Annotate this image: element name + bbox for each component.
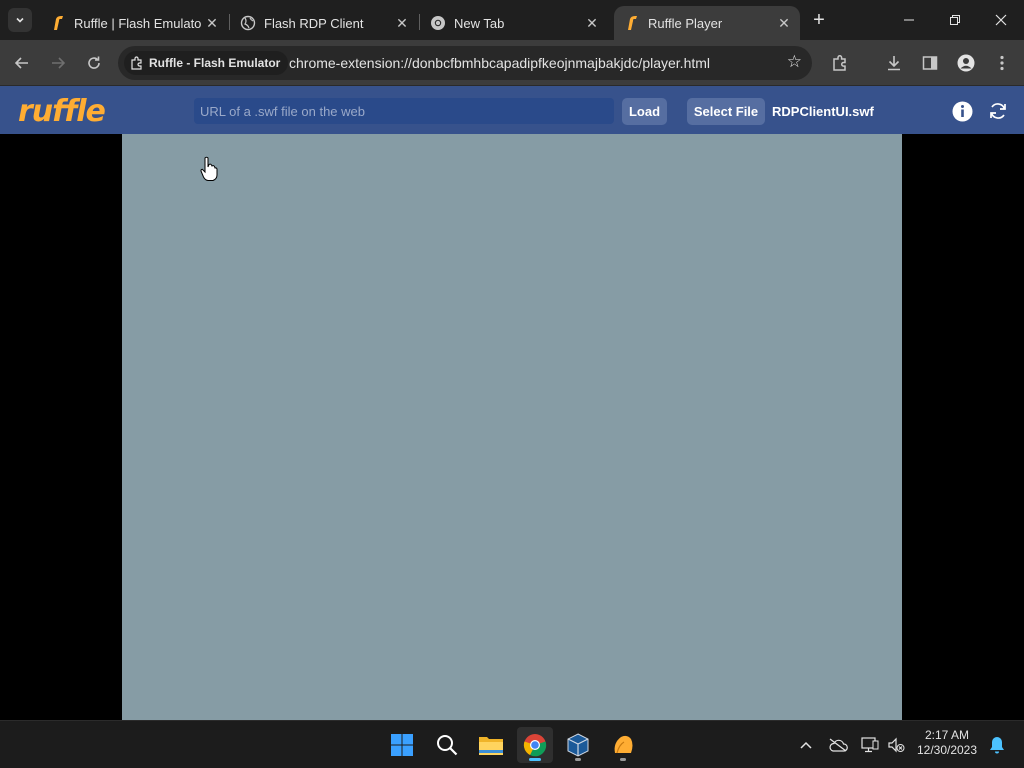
taskbar	[0, 720, 1024, 768]
show-hidden-icons-button[interactable]	[796, 733, 816, 757]
volume-button[interactable]	[885, 733, 907, 757]
arrow-right-icon	[52, 57, 66, 69]
selected-file-name: RDPClientUI.swf	[772, 104, 874, 119]
url-text: chrome-extension://donbcfbmhbcapadipfkeo…	[289, 55, 711, 71]
restore-button[interactable]	[932, 0, 978, 40]
extensions-button[interactable]	[826, 49, 854, 77]
hand-cursor-icon	[200, 156, 218, 187]
browser-menu-button[interactable]	[988, 49, 1016, 77]
swf-url-input[interactable]	[194, 98, 614, 124]
virtualbox-icon	[567, 733, 589, 757]
cloud-offline-icon	[829, 738, 848, 752]
clock-time: 2:17 AM	[924, 728, 970, 742]
tab-title: Ruffle Player	[648, 15, 723, 31]
start-button[interactable]	[384, 727, 420, 763]
tab-title: Flash RDP Client	[264, 15, 364, 31]
file-explorer-icon	[479, 737, 503, 755]
new-tab-button[interactable]: +	[808, 8, 830, 32]
start-icon	[391, 734, 413, 756]
close-icon[interactable]: ✕	[582, 13, 602, 33]
side-panel-button[interactable]	[916, 49, 944, 77]
globe-icon	[240, 15, 256, 31]
select-file-button[interactable]: Select File	[687, 98, 765, 125]
refresh-icon	[990, 103, 1006, 119]
downloads-button[interactable]	[880, 49, 908, 77]
minimize-icon	[904, 19, 914, 21]
reload-button[interactable]	[80, 49, 108, 77]
ruffle-app-button[interactable]	[605, 727, 641, 763]
profile-icon	[957, 54, 975, 72]
close-window-button[interactable]	[978, 0, 1024, 40]
tab-new-tab[interactable]: New Tab ✕	[420, 6, 608, 40]
ruffle-icon	[624, 15, 640, 31]
tab-title: New Tab	[454, 15, 505, 31]
volume-muted-icon	[888, 737, 905, 753]
close-icon[interactable]: ✕	[774, 13, 794, 33]
side-panel-icon	[922, 56, 938, 70]
active-app-indicator	[529, 758, 541, 761]
site-info-chip[interactable]: Ruffle - Flash Emulator	[124, 51, 289, 75]
more-vertical-icon	[1000, 55, 1004, 71]
reload-swf-button[interactable]	[987, 100, 1009, 122]
ruffle-app-icon	[614, 735, 633, 754]
chrome-icon	[430, 15, 446, 31]
file-explorer-button[interactable]	[473, 727, 509, 763]
arrow-left-icon	[14, 57, 28, 69]
tab-flash-rdp-client[interactable]: Flash RDP Client ✕	[230, 6, 418, 40]
back-button[interactable]	[8, 49, 36, 77]
flash-stage[interactable]	[122, 134, 902, 720]
forward-button[interactable]	[44, 49, 72, 77]
network-button[interactable]	[859, 733, 881, 757]
search-button[interactable]	[429, 727, 465, 763]
tab-ruffle-flash-emulator[interactable]: Ruffle | Flash Emulator ✕	[40, 6, 228, 40]
chrome-icon	[523, 734, 547, 757]
minimize-button[interactable]	[886, 0, 932, 40]
onedrive-button[interactable]	[827, 733, 849, 757]
system-clock[interactable]: 2:17 AM 12/30/2023	[912, 728, 982, 758]
close-icon[interactable]: ✕	[202, 13, 222, 33]
ruffle-logo: ruffle	[18, 94, 106, 129]
site-chip-label: Ruffle - Flash Emulator	[149, 56, 281, 70]
reload-icon	[88, 56, 100, 69]
download-icon	[888, 56, 900, 71]
info-button[interactable]	[951, 100, 973, 122]
load-button[interactable]: Load	[622, 98, 667, 125]
virtualbox-button[interactable]	[560, 727, 596, 763]
restore-icon	[950, 15, 960, 25]
plus-icon: +	[813, 8, 825, 31]
running-app-indicator	[620, 758, 626, 761]
bookmark-star-icon[interactable]: ☆	[787, 52, 802, 72]
puzzle-icon	[833, 54, 846, 71]
tab-ruffle-player[interactable]: Ruffle Player ✕	[614, 6, 800, 40]
info-icon	[952, 101, 972, 121]
search-icon	[437, 735, 458, 756]
browser-toolbar: Ruffle - Flash Emulator chrome-extension…	[0, 40, 1024, 86]
chrome-taskbar-button[interactable]	[517, 727, 553, 763]
close-icon	[995, 14, 1007, 26]
running-app-indicator	[575, 758, 581, 761]
tab-search-button[interactable]	[8, 8, 32, 32]
ruffle-icon	[50, 15, 66, 31]
tab-strip: Ruffle | Flash Emulator ✕ Flash RDP Clie…	[0, 0, 1024, 40]
notifications-button[interactable]	[986, 733, 1008, 757]
clock-date: 12/30/2023	[916, 743, 978, 757]
extension-icon	[130, 56, 144, 70]
chevron-down-icon	[16, 17, 24, 23]
address-bar[interactable]: Ruffle - Flash Emulator chrome-extension…	[118, 46, 812, 80]
chevron-up-icon	[800, 741, 812, 749]
bell-icon	[990, 737, 1004, 754]
profile-button[interactable]	[952, 49, 980, 77]
tab-title: Ruffle | Flash Emulator	[74, 15, 202, 31]
close-icon[interactable]: ✕	[392, 13, 412, 33]
network-icon	[861, 737, 879, 753]
